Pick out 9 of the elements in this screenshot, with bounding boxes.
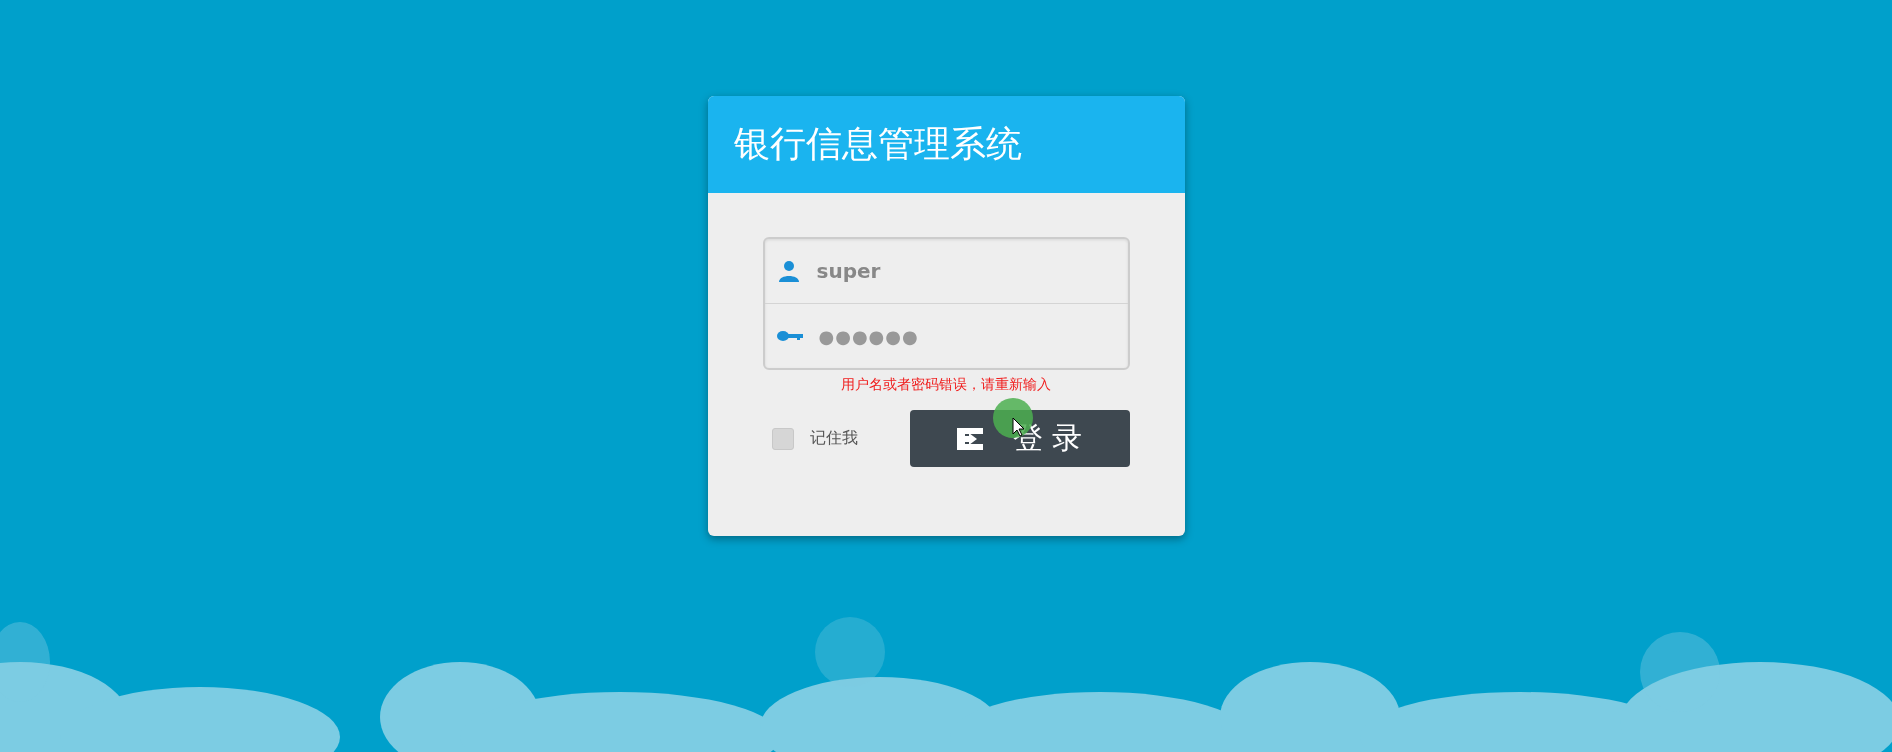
remember-label: 记住我 — [809, 428, 858, 449]
username-field[interactable]: super — [816, 259, 1077, 283]
system-title: 银行信息管理系统 — [733, 122, 1022, 166]
login-icon — [956, 427, 983, 450]
user-icon — [776, 259, 801, 283]
password-field[interactable]: ●●●●●● — [818, 325, 1079, 347]
key-icon — [776, 330, 803, 342]
error-message: 用户名或者密码错误，请重新输入 — [840, 376, 1052, 394]
remember-checkbox[interactable] — [771, 427, 794, 450]
